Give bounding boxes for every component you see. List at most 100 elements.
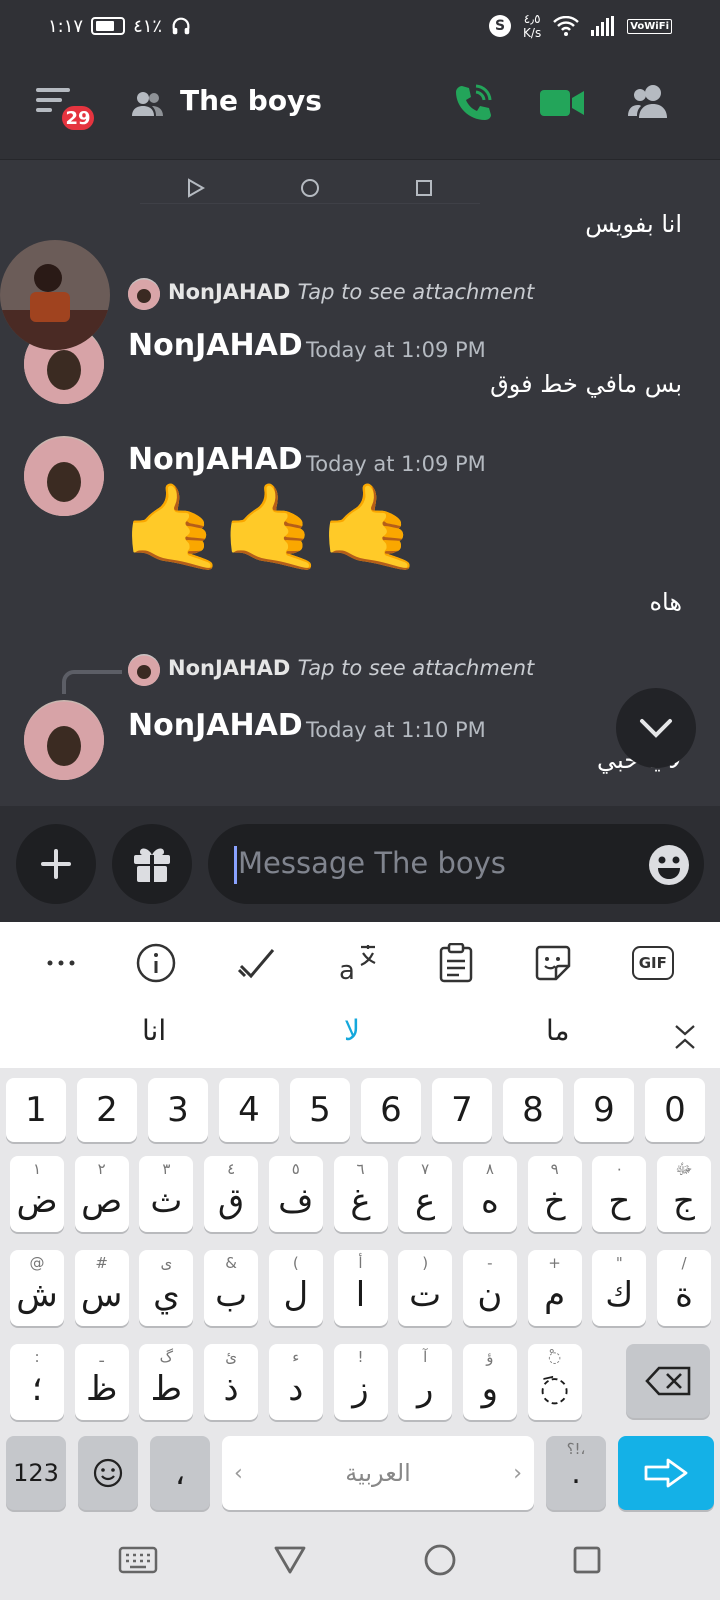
letter-key[interactable]: ـظ xyxy=(74,1344,129,1420)
period-key[interactable]: ؟!، . xyxy=(546,1436,606,1510)
letter-key[interactable]: ىي xyxy=(139,1250,194,1326)
letter-key[interactable]: " ك xyxy=(592,1250,647,1326)
emoji-icon[interactable] xyxy=(648,844,690,886)
message-author[interactable]: NonJAHAD xyxy=(128,328,303,363)
number-key[interactable]: 4 xyxy=(219,1078,279,1142)
letter-key[interactable]: + م xyxy=(527,1250,582,1326)
play-icon[interactable] xyxy=(187,177,206,198)
suggestion-item[interactable]: انا xyxy=(142,1014,166,1047)
sticker-icon[interactable] xyxy=(534,944,572,982)
message-author[interactable]: NonJAHAD xyxy=(128,708,303,743)
emoji-message: 🤙🤙🤙 xyxy=(122,478,424,576)
letter-key[interactable]: (ل xyxy=(268,1250,323,1326)
reply-preview[interactable]: NonJAHAD Tap to see attachment xyxy=(168,280,534,304)
square-icon[interactable] xyxy=(415,179,433,197)
translate-icon[interactable]: a xyxy=(337,943,379,983)
checkmark-icon[interactable] xyxy=(237,946,277,980)
backspace-icon xyxy=(645,1366,691,1396)
smiley-icon xyxy=(93,1458,123,1488)
message-timestamp: Today at 1:09 PM xyxy=(306,338,486,362)
members-icon[interactable] xyxy=(626,84,670,120)
number-key[interactable]: 1 xyxy=(6,1078,66,1142)
info-icon[interactable] xyxy=(136,943,176,983)
letter-key[interactable]: ٦غ xyxy=(333,1156,388,1232)
letter-key[interactable]: / ة xyxy=(657,1250,711,1326)
number-key[interactable]: 8 xyxy=(503,1078,563,1142)
letter-key[interactable]: ١ض xyxy=(10,1156,64,1232)
letter-key[interactable]: ؤو xyxy=(462,1344,517,1420)
circle-icon[interactable] xyxy=(300,178,320,198)
gif-icon[interactable]: GIF xyxy=(631,946,674,980)
letter-key[interactable]: ) ت xyxy=(398,1250,453,1326)
home-icon[interactable] xyxy=(423,1543,457,1577)
video-call-icon[interactable] xyxy=(540,88,584,118)
suggestion-item[interactable]: لا xyxy=(344,1014,360,1047)
voice-call-icon[interactable] xyxy=(454,82,494,122)
vowifi-badge: VoWiFi xyxy=(627,18,672,34)
numbers-key[interactable]: 123 xyxy=(6,1436,66,1510)
recents-icon[interactable] xyxy=(572,1545,602,1575)
enter-key[interactable] xyxy=(618,1436,714,1510)
channel-header: 29 The boys xyxy=(0,52,720,160)
letter-key[interactable]: آر xyxy=(398,1344,453,1420)
letter-key[interactable]: -ن xyxy=(462,1250,517,1326)
reply-preview[interactable]: NonJAHAD Tap to see attachment xyxy=(168,656,534,680)
collapse-suggestions-icon[interactable] xyxy=(674,1024,696,1050)
network-speed: ٤٫٥ K/s xyxy=(523,12,542,40)
letter-key[interactable]: ٠ح xyxy=(592,1156,647,1232)
avatar[interactable] xyxy=(24,436,104,516)
number-key[interactable]: 9 xyxy=(574,1078,634,1142)
letter-key[interactable]: : ؛ xyxy=(10,1344,64,1420)
letter-key[interactable]: ٧ع xyxy=(398,1156,453,1232)
letter-key[interactable]: ءد xyxy=(268,1344,323,1420)
message-author[interactable]: NonJAHAD xyxy=(128,442,303,477)
letter-key[interactable]: أا xyxy=(333,1250,388,1326)
backspace-key[interactable] xyxy=(626,1344,710,1418)
letter-key[interactable]: ﷻج xyxy=(657,1156,711,1232)
letter-key[interactable]: ! ز xyxy=(333,1344,388,1420)
letter-key[interactable]: ٨ه xyxy=(462,1156,517,1232)
letter-key[interactable]: # س xyxy=(74,1250,129,1326)
chevron-down-icon xyxy=(640,719,672,738)
letter-key[interactable]: ٩خ xyxy=(527,1156,582,1232)
back-icon[interactable] xyxy=(273,1545,307,1575)
keyboard-switch-icon[interactable] xyxy=(118,1546,158,1574)
number-key[interactable]: 7 xyxy=(432,1078,492,1142)
space-key[interactable]: ‹ العربية › xyxy=(222,1436,534,1510)
media-controls xyxy=(140,172,480,204)
number-key[interactable]: 0 xyxy=(645,1078,705,1142)
clipboard-icon[interactable] xyxy=(439,943,473,983)
number-key[interactable]: 3 xyxy=(148,1078,208,1142)
scroll-to-bottom-button[interactable] xyxy=(616,688,696,768)
letter-key[interactable]: گط xyxy=(139,1344,194,1420)
suggestion-item[interactable]: ما xyxy=(546,1014,570,1047)
number-key[interactable]: 5 xyxy=(290,1078,350,1142)
message-input[interactable]: Message The boys xyxy=(208,824,704,904)
letter-key[interactable]: ٤ق xyxy=(204,1156,259,1232)
letter-key[interactable]: ئذ xyxy=(204,1344,259,1420)
emoji-key[interactable] xyxy=(78,1436,138,1510)
message-text: بس مافي خط فوق xyxy=(490,370,682,398)
more-icon[interactable] xyxy=(46,959,76,967)
message-list[interactable]: انا بفويس NonJAHAD Tap to see attachment… xyxy=(0,160,720,806)
wifi-icon xyxy=(553,16,580,36)
letter-key[interactable]: ٢ص xyxy=(74,1156,129,1232)
message-input-placeholder: Message The boys xyxy=(238,846,506,880)
headphones-icon xyxy=(172,17,190,35)
add-attachment-button[interactable] xyxy=(16,824,96,904)
letter-key[interactable]: ٥ف xyxy=(268,1156,323,1232)
space-key-label: العربية xyxy=(345,1459,411,1487)
number-key[interactable]: 2 xyxy=(77,1078,137,1142)
battery-icon xyxy=(91,17,126,35)
clock: ١:١٧ xyxy=(48,15,84,37)
letter-key[interactable]: ◌ْ ◌َ xyxy=(527,1344,582,1420)
avatar[interactable] xyxy=(24,700,104,780)
letter-key[interactable]: @ ش xyxy=(10,1250,64,1326)
letter-key[interactable]: & ب xyxy=(204,1250,259,1326)
gift-button[interactable] xyxy=(112,824,192,904)
letter-key[interactable]: ٣ث xyxy=(139,1156,194,1232)
comma-key[interactable]: ، xyxy=(150,1436,210,1510)
svg-text:a: a xyxy=(339,956,355,983)
number-key[interactable]: 6 xyxy=(361,1078,421,1142)
gift-icon xyxy=(134,848,170,882)
